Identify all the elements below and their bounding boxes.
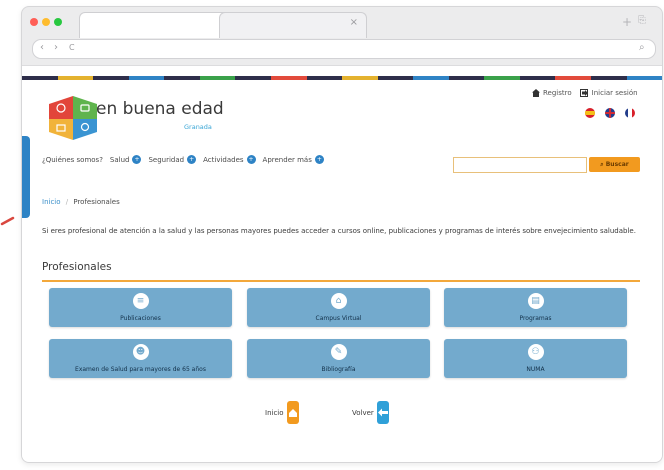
side-feedback-tab[interactable] (22, 136, 30, 218)
brand-city: Granada (184, 123, 212, 131)
group-icon: ⚇ (527, 344, 544, 360)
home-icon (286, 401, 299, 424)
menu-item-actividades[interactable]: Actividades + (203, 155, 256, 164)
menu-item-label: Actividades (203, 155, 244, 164)
tile-label: Examen de Salud para mayores de 65 años (75, 366, 206, 373)
home-button[interactable]: Inicio (265, 401, 299, 424)
tile-label: NUMA (526, 366, 545, 373)
back-button[interactable]: Volver (352, 401, 389, 424)
login-link[interactable]: Iniciar sesión (579, 89, 638, 97)
breadcrumb-home-link[interactable]: Inicio (42, 198, 61, 206)
login-label: Iniciar sesión (591, 89, 638, 97)
language-selector (585, 108, 635, 118)
brand-name: en buena edad (96, 99, 224, 119)
expand-icon: + (132, 155, 142, 164)
breadcrumb-separator: / (65, 198, 69, 206)
expand-icon: + (314, 155, 324, 164)
page-viewport: en buena edad Granada Registro Iniciar s… (22, 65, 662, 462)
menu-item-salud[interactable]: Salud + (110, 155, 142, 164)
register-link[interactable]: Registro (532, 89, 572, 97)
tile-label: Campus Virtual (315, 315, 362, 322)
register-label: Registro (543, 89, 572, 97)
logo-icon[interactable] (45, 94, 101, 142)
tile-publicaciones[interactable]: ≡ Publicaciones (49, 288, 232, 327)
search-button-label: Buscar (605, 161, 629, 168)
book-icon: ≡ (132, 293, 149, 309)
back-button-label: Volver (352, 408, 374, 417)
menu-item-aprender-mas[interactable]: Aprender más + (263, 155, 324, 164)
browser-tab-active[interactable]: × (79, 12, 239, 38)
books-icon: ✎ (330, 344, 347, 360)
search-icon: ⌕ (600, 161, 604, 168)
home-button-label: Inicio (265, 408, 284, 417)
tile-label: Programas (519, 315, 552, 322)
back-icon[interactable]: ‹ (40, 42, 44, 53)
tab-strip: × × + ⎘ (22, 7, 662, 38)
tile-label: Publicaciones (120, 315, 161, 322)
account-links: Registro Iniciar sesión (532, 89, 638, 97)
reload-icon[interactable]: C (69, 43, 75, 52)
document-icon: ▤ (527, 293, 544, 309)
address-bar[interactable]: ‹ › C ⌕ (32, 39, 656, 59)
search-input[interactable] (453, 157, 587, 173)
tile-programas[interactable]: ▤ Programas (444, 288, 627, 327)
head-profile-icon: ☻ (132, 344, 149, 360)
expand-icon: + (246, 155, 256, 164)
menu-item-label: Aprender más (262, 155, 312, 164)
breadcrumb: Inicio / Profesionales (42, 198, 120, 206)
search-icon[interactable]: ⌕ (639, 42, 645, 53)
menu-item-label: Salud (109, 155, 130, 164)
annotation-pointer-icon (0, 216, 15, 226)
main-menu: ¿Quiénes somos? Salud + Seguridad + Acti… (42, 155, 324, 164)
menu-item-label: Seguridad (148, 155, 185, 164)
search-button[interactable]: ⌕ Buscar (589, 157, 640, 172)
menu-item-quienes-somos[interactable]: ¿Quiénes somos? (42, 156, 103, 164)
new-tab-icon[interactable]: + (622, 15, 632, 29)
browser-tab-inactive[interactable]: × (219, 12, 367, 38)
browser-window: × × + ⎘ ‹ › C ⌕ (21, 6, 663, 463)
section-title: Profesionales (42, 261, 112, 273)
spanish-flag-icon[interactable] (585, 108, 595, 118)
color-stripe (22, 76, 662, 80)
breadcrumb-current: Profesionales (73, 198, 120, 206)
login-icon (579, 89, 588, 97)
forward-icon[interactable]: › (54, 42, 58, 53)
tile-numa[interactable]: ⚇ NUMA (444, 339, 627, 378)
expand-icon: + (187, 155, 197, 164)
section-divider (42, 280, 640, 282)
french-flag-icon[interactable] (625, 108, 635, 118)
menu-item-seguridad[interactable]: Seguridad + (148, 155, 197, 164)
campus-icon: ⌂ (330, 293, 347, 309)
tile-label: Bibliografía (321, 366, 356, 373)
english-flag-icon[interactable] (605, 108, 615, 118)
tab-close-icon[interactable]: × (350, 17, 358, 28)
maximize-window-button[interactable] (54, 18, 62, 26)
window-copy-icon[interactable]: ⎘ (638, 15, 646, 26)
back-arrow-icon (376, 401, 389, 424)
close-window-button[interactable] (30, 18, 38, 26)
tile-bibliografia[interactable]: ✎ Bibliografía (247, 339, 430, 378)
tile-campus-virtual[interactable]: ⌂ Campus Virtual (247, 288, 430, 327)
minimize-window-button[interactable] (42, 18, 50, 26)
home-user-icon (532, 89, 540, 97)
tile-examen-de-salud[interactable]: ☻ Examen de Salud para mayores de 65 año… (49, 339, 232, 378)
menu-item-label: ¿Quiénes somos? (42, 155, 103, 164)
intro-paragraph: Si eres profesional de atención a la sal… (42, 227, 636, 235)
